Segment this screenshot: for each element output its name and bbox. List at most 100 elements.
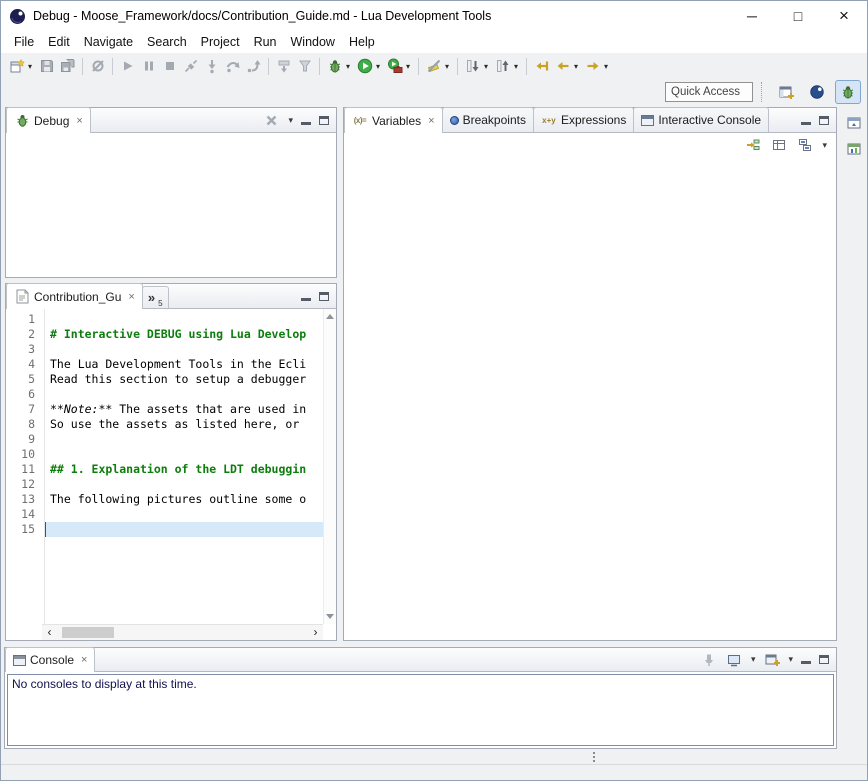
menu-project[interactable]: Project xyxy=(194,33,247,51)
open-perspective-button[interactable] xyxy=(773,80,799,104)
terminate-button[interactable] xyxy=(159,55,180,77)
close-tab-icon[interactable]: × xyxy=(81,654,87,666)
code-area[interactable]: 12# Interactive DEBUG using Lua Develop3… xyxy=(6,309,323,624)
minimize-view-icon[interactable] xyxy=(301,292,311,301)
forward-dropdown-icon[interactable]: ▾ xyxy=(602,62,610,71)
tab-debug[interactable]: Debug × xyxy=(6,107,91,133)
editor-line-14[interactable]: 14 xyxy=(6,507,323,522)
pin-console-icon[interactable] xyxy=(701,651,718,668)
disconnect-button[interactable] xyxy=(180,55,201,77)
vertical-scrollbar[interactable] xyxy=(323,309,336,624)
menu-run[interactable]: Run xyxy=(247,33,284,51)
debug-dropdown-icon[interactable]: ▾ xyxy=(344,62,352,71)
line-number[interactable]: 11 xyxy=(6,462,44,477)
editor-line-11[interactable]: 11## 1. Explanation of the LDT debuggin xyxy=(6,462,323,477)
step-over-button[interactable] xyxy=(222,55,243,77)
external-tools-dropdown-icon[interactable]: ▾ xyxy=(404,62,412,71)
step-return-button[interactable] xyxy=(243,55,264,77)
last-edit-location-button[interactable] xyxy=(531,55,552,77)
tab-breakpoints[interactable]: Breakpoints xyxy=(442,107,534,132)
scroll-up-icon[interactable] xyxy=(326,314,334,319)
quick-access-input[interactable]: Quick Access xyxy=(665,82,753,102)
tab-interactive-console[interactable]: Interactive Console xyxy=(633,107,769,132)
maximize-window-button[interactable]: □ xyxy=(775,1,821,31)
collapse-all-icon[interactable] xyxy=(796,137,813,154)
tab-contribution-guide[interactable]: Contribution_Gu × xyxy=(6,283,143,309)
mark-occurrences-dropdown-icon[interactable]: ▾ xyxy=(443,62,451,71)
run-button[interactable]: ▾ xyxy=(354,55,384,77)
display-console-icon[interactable] xyxy=(726,651,743,668)
minimize-window-button[interactable]: ─ xyxy=(729,1,775,31)
line-number[interactable]: 9 xyxy=(6,432,44,447)
save-all-button[interactable] xyxy=(57,55,78,77)
run-dropdown-icon[interactable]: ▾ xyxy=(374,62,382,71)
sash-handle-icon[interactable] xyxy=(593,752,595,754)
minimize-view-icon[interactable] xyxy=(801,116,811,125)
editor-line-5[interactable]: 5Read this section to setup a debugger xyxy=(6,372,323,387)
line-number[interactable]: 12 xyxy=(6,477,44,492)
editor-line-10[interactable]: 10 xyxy=(6,447,323,462)
console-content[interactable]: No consoles to display at this time. xyxy=(7,674,834,746)
editor-line-1[interactable]: 1 xyxy=(6,312,323,327)
menu-help[interactable]: Help xyxy=(342,33,382,51)
maximize-view-icon[interactable] xyxy=(319,116,329,125)
lua-perspective-button[interactable] xyxy=(804,80,830,104)
view-menu-icon[interactable]: ▾ xyxy=(822,140,827,151)
menu-file[interactable]: File xyxy=(7,33,41,51)
editor-line-3[interactable]: 3 xyxy=(6,342,323,357)
back-button[interactable]: ▾ xyxy=(552,55,582,77)
menu-navigate[interactable]: Navigate xyxy=(77,33,140,51)
previous-annotation-dropdown-icon[interactable]: ▾ xyxy=(512,62,520,71)
close-tab-icon[interactable]: × xyxy=(76,115,82,127)
scrollbar-thumb[interactable] xyxy=(62,627,114,638)
line-number[interactable]: 6 xyxy=(6,387,44,402)
line-number[interactable]: 8 xyxy=(6,417,44,432)
horizontal-scrollbar[interactable]: ‹ › xyxy=(42,624,323,640)
restore-view-button-1[interactable] xyxy=(844,113,864,133)
save-button[interactable] xyxy=(36,55,57,77)
close-tab-icon[interactable]: × xyxy=(128,291,134,303)
external-tools-button[interactable]: ▾ xyxy=(384,55,414,77)
maximize-view-icon[interactable] xyxy=(819,655,829,664)
menu-search[interactable]: Search xyxy=(140,33,194,51)
show-logical-structure-icon[interactable] xyxy=(744,137,761,154)
scrollbar-track[interactable] xyxy=(57,625,308,640)
editor-line-13[interactable]: 13The following pictures outline some o xyxy=(6,492,323,507)
line-number[interactable]: 7 xyxy=(6,402,44,417)
next-annotation-dropdown-icon[interactable]: ▾ xyxy=(482,62,490,71)
drop-to-frame-button[interactable] xyxy=(273,55,294,77)
view-menu-icon[interactable]: ▾ xyxy=(288,115,293,126)
editor-line-4[interactable]: 4The Lua Development Tools in the Ecli xyxy=(6,357,323,372)
suspend-button[interactable] xyxy=(138,55,159,77)
mark-occurrences-button[interactable]: ▾ xyxy=(423,55,453,77)
line-number[interactable]: 15 xyxy=(6,522,44,537)
editor-line-12[interactable]: 12 xyxy=(6,477,323,492)
line-number[interactable]: 2 xyxy=(6,327,44,342)
resume-button[interactable] xyxy=(117,55,138,77)
back-dropdown-icon[interactable]: ▾ xyxy=(572,62,580,71)
close-tab-icon[interactable]: × xyxy=(428,115,434,127)
editor-line-9[interactable]: 9 xyxy=(6,432,323,447)
show-type-names-icon[interactable] xyxy=(770,137,787,154)
tab-expressions[interactable]: x+y Expressions xyxy=(533,107,634,132)
line-number[interactable]: 5 xyxy=(6,372,44,387)
next-annotation-button[interactable]: ▾ xyxy=(462,55,492,77)
close-window-button[interactable]: × xyxy=(821,1,867,31)
line-number[interactable]: 1 xyxy=(6,312,44,327)
editor-line-2[interactable]: 2# Interactive DEBUG using Lua Develop xyxy=(6,327,323,342)
minimize-view-icon[interactable] xyxy=(301,116,311,125)
minimize-view-icon[interactable] xyxy=(801,655,811,664)
hidden-editors-chevron[interactable]: » 5 xyxy=(142,286,169,308)
maximize-view-icon[interactable] xyxy=(819,116,829,125)
new-button[interactable]: ▾ xyxy=(6,55,36,77)
step-into-button[interactable] xyxy=(201,55,222,77)
menu-edit[interactable]: Edit xyxy=(41,33,77,51)
disconnect-all-icon[interactable] xyxy=(263,112,280,129)
display-console-dropdown-icon[interactable]: ▾ xyxy=(751,654,756,665)
open-console-dropdown-icon[interactable]: ▾ xyxy=(788,654,793,665)
open-console-icon[interactable] xyxy=(763,651,780,668)
skip-all-breakpoints-button[interactable] xyxy=(87,55,108,77)
line-number[interactable]: 4 xyxy=(6,357,44,372)
restore-view-button-2[interactable] xyxy=(844,139,864,159)
forward-button[interactable]: ▾ xyxy=(582,55,612,77)
